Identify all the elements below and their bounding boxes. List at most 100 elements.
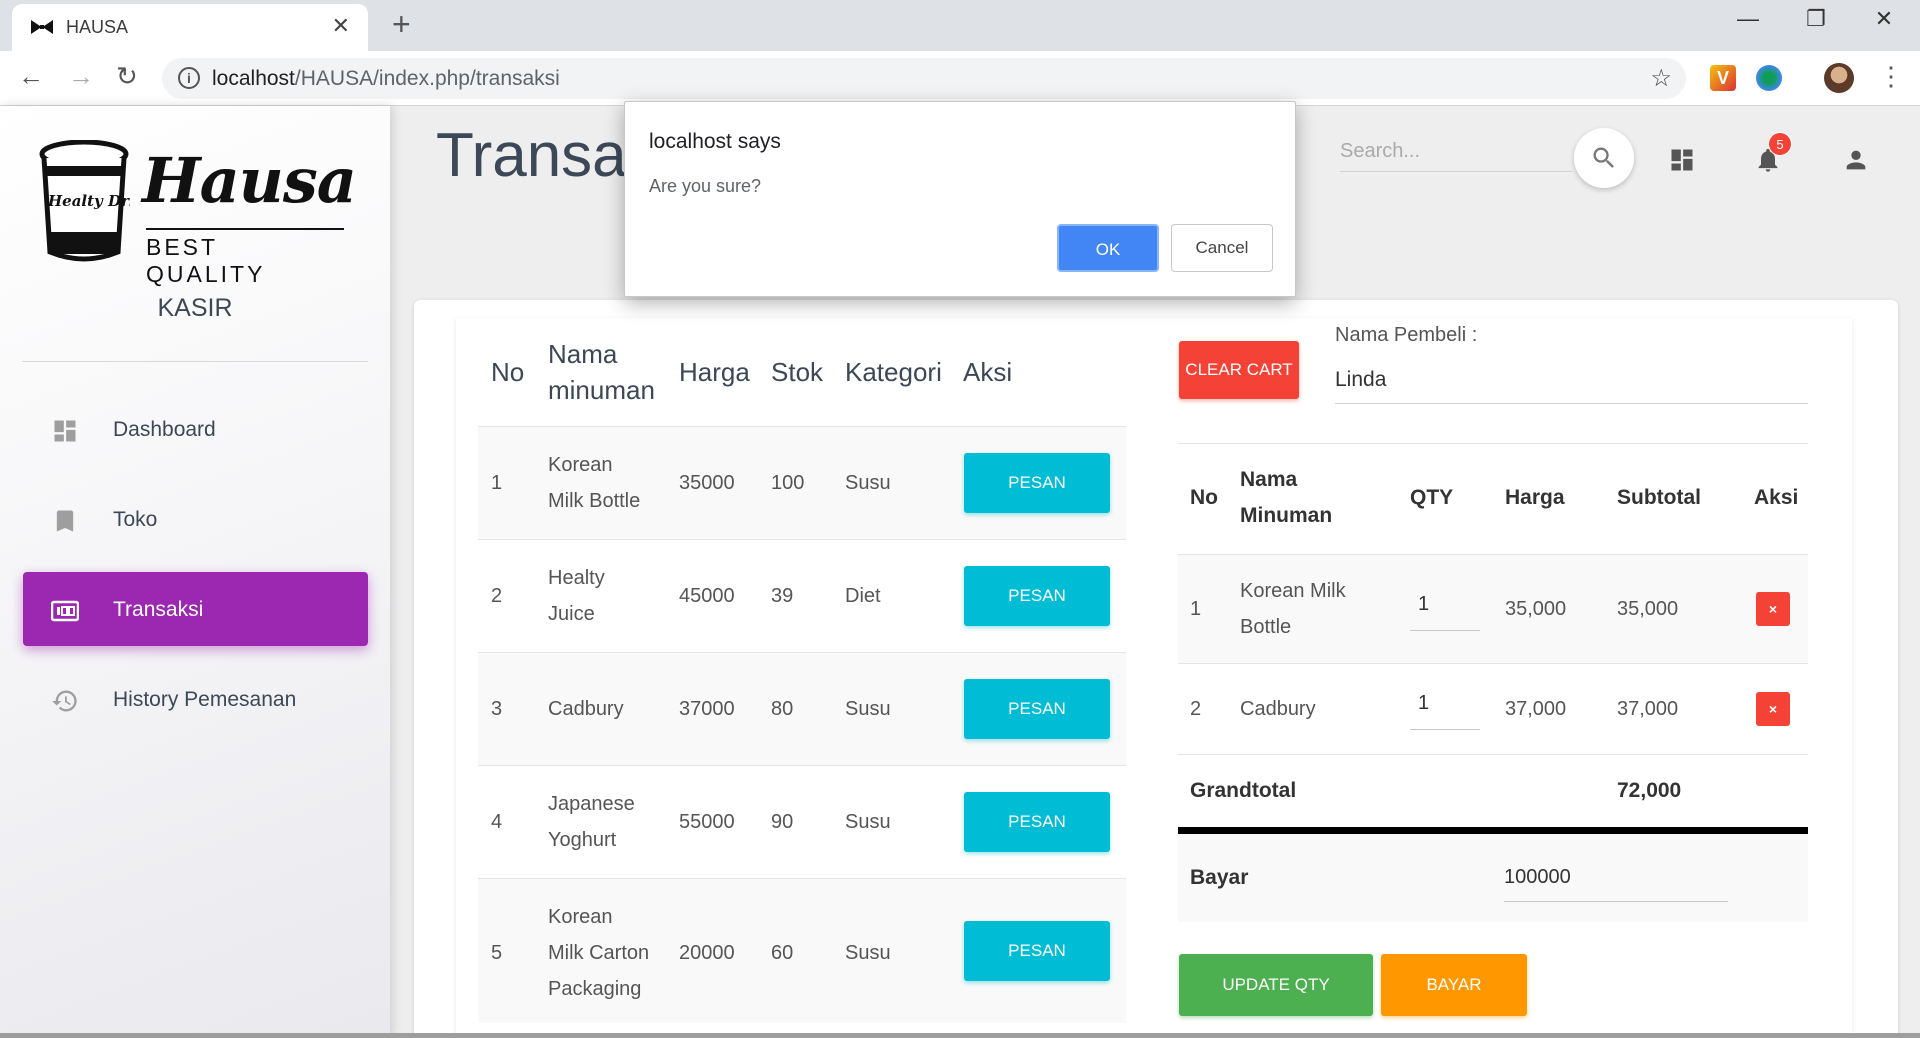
extension-v-icon[interactable]: V [1710, 65, 1736, 91]
col-header-no: No [491, 357, 525, 387]
cart-cell-harga: 35,000 [1505, 598, 1567, 620]
cart-header-no: No [1190, 486, 1218, 509]
buyer-name-input[interactable]: Linda [1335, 356, 1808, 404]
cell-no: 1 [491, 472, 503, 494]
col-header-harga: Harga [679, 357, 750, 387]
logo-tagline: BEST QUALITY [146, 228, 344, 288]
cart-cell-subtotal: 35,000 [1617, 598, 1679, 620]
dialog-title: localhost says [649, 130, 781, 153]
cell-harga: 55000 [679, 811, 735, 833]
grandtotal-label: Grandtotal [1190, 779, 1297, 802]
tab-close-icon[interactable]: ✕ [332, 13, 350, 39]
user-account-icon[interactable] [1842, 146, 1870, 174]
search-input[interactable]: Search... [1340, 132, 1572, 172]
cell-nama: Korean [548, 906, 613, 928]
taskbar-edge [0, 1033, 1920, 1038]
cell-stok: 100 [771, 472, 805, 494]
cell-no: 5 [491, 942, 503, 964]
cell-stok: 60 [771, 942, 794, 964]
cell-nama: Korean [548, 454, 613, 476]
forward-icon[interactable]: → [68, 61, 94, 92]
search-icon [1593, 147, 1614, 168]
sidebar-item-label: Toko [113, 508, 158, 531]
minimize-icon[interactable]: — [1718, 6, 1778, 32]
cart-table-top-border [1178, 443, 1808, 444]
col-header-kategori: Kategori [845, 357, 942, 387]
extension-globe-icon[interactable] [1756, 65, 1782, 91]
sidebar-item-dashboard[interactable]: Dashboard [23, 392, 368, 466]
sidebar-divider [22, 361, 368, 362]
sidebar-item-label: Transaksi [113, 598, 204, 621]
svg-text:Healty Drink: Healty Drink [47, 192, 130, 210]
bowtie-favicon-icon [31, 20, 53, 34]
remove-item-button[interactable]: × [1756, 692, 1790, 726]
cell-stok: 39 [771, 585, 794, 607]
site-info-icon[interactable]: i [178, 67, 200, 89]
url-text: localhost/HAUSA/index.php/transaksi [212, 67, 560, 90]
update-qty-button[interactable]: UPDATE QTY [1179, 954, 1373, 1016]
cart-header-aksi: Aksi [1754, 486, 1799, 509]
dashboard-header-icon[interactable] [1668, 146, 1696, 174]
qty-input[interactable]: 1 [1410, 684, 1480, 730]
browser-menu-icon[interactable]: ⋮ [1878, 61, 1904, 92]
new-tab-icon[interactable]: + [392, 6, 411, 43]
cell-nama: Yoghurt [548, 829, 617, 851]
cell-nama: Juice [548, 603, 595, 625]
sidebar: Healty Drink Hausa BEST QUALITY KASIR Da… [0, 106, 390, 1038]
pesan-button[interactable]: PESAN [964, 921, 1110, 981]
dialog-ok-button[interactable]: OK [1057, 224, 1159, 272]
sidebar-item-label: History Pemesanan [113, 688, 297, 711]
cell-nama: Packaging [548, 978, 642, 1000]
cell-kategori: Susu [845, 698, 891, 720]
dashboard-icon [54, 420, 76, 442]
remove-item-button[interactable]: × [1756, 592, 1790, 626]
cell-kategori: Susu [845, 811, 891, 833]
buyer-name-label: Nama Pembeli : [1335, 324, 1478, 346]
restore-icon[interactable]: ❐ [1786, 6, 1846, 32]
bayar-input[interactable]: 100000 [1504, 860, 1728, 902]
pesan-button[interactable]: PESAN [964, 679, 1110, 739]
cart-cell-nama: Korean Milk [1240, 580, 1346, 602]
receipt-icon [51, 600, 79, 622]
cart-cell-no: 1 [1190, 598, 1202, 620]
sidebar-item-toko[interactable]: Toko [23, 482, 368, 556]
table-row: 5 Korean Milk Carton Packaging 20000 60 … [478, 878, 1126, 1023]
cell-harga: 20000 [679, 942, 735, 964]
dialog-cancel-button[interactable]: Cancel [1171, 224, 1273, 272]
bayar-button[interactable]: BAYAR [1381, 954, 1527, 1016]
cell-no: 4 [491, 811, 503, 833]
pesan-button[interactable]: PESAN [964, 566, 1110, 626]
sidebar-item-transaksi[interactable]: Transaksi [23, 572, 368, 646]
logo-wordmark: Hausa [142, 144, 357, 217]
pesan-button[interactable]: PESAN [964, 792, 1110, 852]
qty-input[interactable]: 1 [1410, 585, 1480, 631]
profile-avatar[interactable] [1824, 63, 1854, 93]
bookmark-star-icon[interactable]: ☆ [1650, 64, 1672, 93]
clear-cart-button[interactable]: CLEAR CART [1179, 341, 1299, 399]
confirm-dialog: localhost says Are you sure? OK Cancel [624, 101, 1296, 297]
cell-kategori: Diet [845, 585, 881, 607]
dialog-message: Are you sure? [649, 176, 762, 196]
window-close-icon[interactable]: ✕ [1854, 6, 1914, 32]
hausa-logo: Healty Drink Hausa BEST QUALITY [38, 136, 357, 287]
bookmark-icon [56, 510, 74, 532]
user-role: KASIR [157, 294, 233, 322]
browser-tab[interactable]: HAUSA ✕ [12, 4, 368, 51]
sidebar-item-history[interactable]: History Pemesanan [23, 662, 368, 736]
cell-nama: Milk Bottle [548, 490, 641, 512]
bayar-label: Bayar [1190, 866, 1249, 889]
reload-icon[interactable]: ↻ [116, 61, 138, 92]
grandtotal-value: 72,000 [1617, 779, 1682, 802]
browser-tab-bar: HAUSA ✕ + — ❐ ✕ [0, 0, 1920, 51]
cell-kategori: Susu [845, 472, 891, 494]
pesan-button[interactable]: PESAN [964, 453, 1110, 513]
cart-cell-nama: Cadbury [1240, 698, 1316, 720]
page-title: Transal [436, 121, 641, 190]
back-icon[interactable]: ← [18, 61, 44, 92]
cart-cell-no: 2 [1190, 698, 1202, 720]
cell-no: 2 [491, 585, 503, 607]
col-header-aksi: Aksi [963, 357, 1013, 387]
address-bar[interactable]: i localhost/HAUSA/index.php/transaksi ☆ [162, 58, 1686, 99]
search-button[interactable] [1574, 128, 1634, 188]
tab-title: HAUSA [66, 17, 129, 37]
